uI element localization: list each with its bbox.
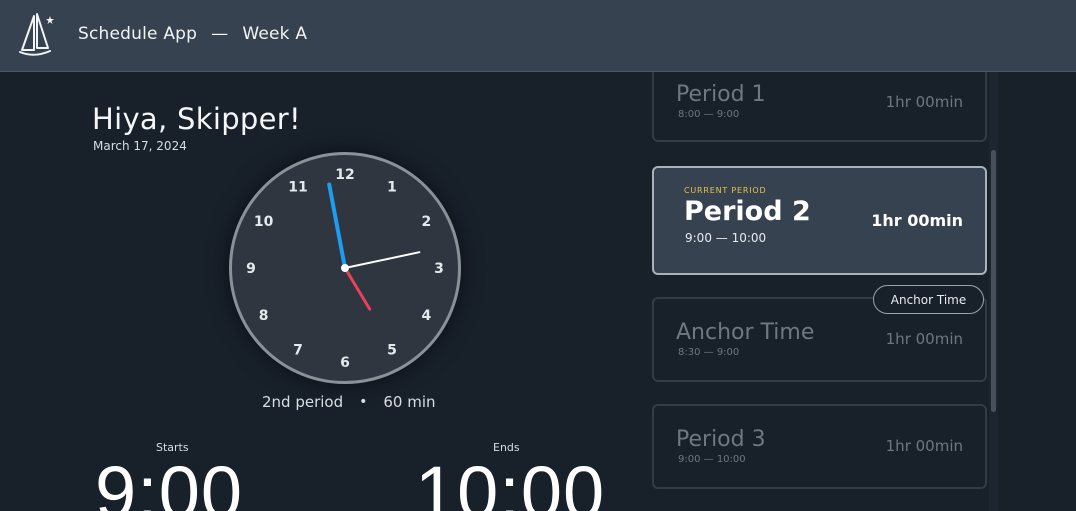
period-duration: 1hr 00min <box>871 211 963 230</box>
period-name: Anchor Time <box>676 320 815 345</box>
clock-numeral: 2 <box>422 214 432 230</box>
top-bar: Schedule App — Week A <box>0 0 1076 72</box>
week-label: Week A <box>242 24 308 44</box>
current-period-tag: CURRENT PERIOD <box>684 186 767 195</box>
clock-face: 121234567891011 <box>246 167 444 371</box>
clock-numeral: 10 <box>254 214 274 230</box>
title-separator: — <box>211 24 229 44</box>
period-range: 9:00 — 10:00 <box>678 454 746 465</box>
scrollbar-thumb[interactable] <box>991 150 996 412</box>
date-label: March 17, 2024 <box>93 139 187 153</box>
period-card[interactable]: Period 1 8:00 — 9:00 1hr 00min <box>652 72 987 142</box>
clock-numeral: 7 <box>293 342 303 358</box>
period-name: Period 3 <box>676 427 766 452</box>
sailboat-icon[interactable] <box>16 12 56 58</box>
end-time: 10:00 <box>415 451 606 511</box>
clock-center <box>341 264 349 272</box>
clock-numeral: 9 <box>246 261 256 277</box>
period-card[interactable]: Period 3 9:00 — 10:00 1hr 00min <box>652 404 987 489</box>
period-length: 60 min <box>383 393 436 411</box>
app-title: Schedule App — Week A <box>78 24 307 44</box>
period-duration: 1hr 00min <box>885 330 963 348</box>
app-name: Schedule App <box>78 24 198 44</box>
period-range: 8:00 — 9:00 <box>678 109 740 120</box>
hour-hand <box>343 266 372 311</box>
clock-numeral: 3 <box>434 261 444 277</box>
clock-numeral: 6 <box>340 355 350 371</box>
start-time: 9:00 <box>95 451 244 511</box>
minute-hand <box>327 182 347 270</box>
period-name: Period 1 <box>676 82 766 107</box>
greeting: Hiya, Skipper! <box>92 102 301 136</box>
current-period-label: 2nd period <box>262 393 344 411</box>
caption-separator: • <box>359 394 368 410</box>
clock-numeral: 8 <box>259 308 269 324</box>
clock-numeral: 11 <box>288 180 307 196</box>
clock-numeral: 4 <box>422 308 432 324</box>
period-list: Period 1 8:00 — 9:00 1hr 00min CURRENT P… <box>650 72 1000 511</box>
current-period-card[interactable]: CURRENT PERIOD Period 2 9:00 — 10:00 1hr… <box>652 166 987 275</box>
clock-numeral: 12 <box>335 167 354 183</box>
period-duration: 1hr 00min <box>885 93 963 111</box>
period-range: 9:00 — 10:00 <box>685 231 767 245</box>
period-name: Period 2 <box>684 196 811 227</box>
period-duration: 1hr 00min <box>885 437 963 455</box>
analog-clock: 12 1 2 3 4 5 6 7 8 9 10 11 <box>229 152 461 384</box>
clock-numeral: 5 <box>387 342 397 358</box>
period-range: 8:30 — 9:00 <box>678 347 740 358</box>
clock-numeral: 1 <box>387 180 397 196</box>
anchor-time-pill[interactable]: Anchor Time <box>873 285 984 314</box>
clock-caption: 2nd period • 60 min <box>262 393 436 411</box>
second-hand <box>344 251 421 269</box>
